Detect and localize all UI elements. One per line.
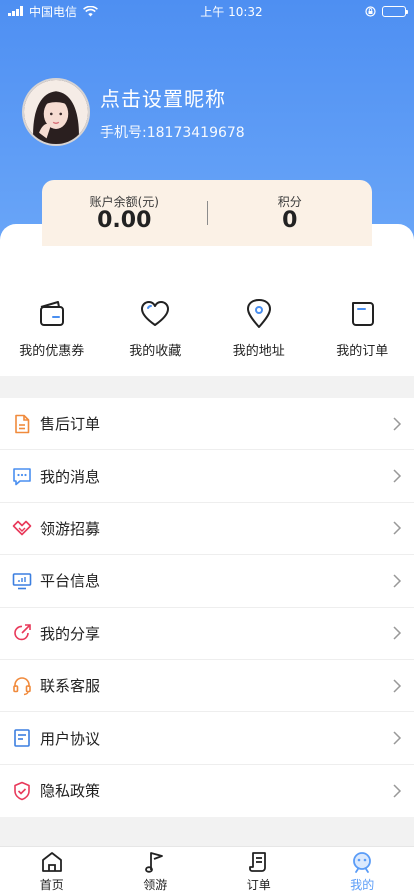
- rotation-lock-icon: [365, 5, 376, 17]
- chevron-right-icon: [393, 731, 402, 745]
- menu-item-label: 平台信息: [40, 572, 101, 591]
- document-icon: [15, 414, 30, 433]
- points-value: 0: [282, 208, 298, 233]
- menu-item-label: 隐私政策: [40, 782, 101, 801]
- tab-label: 我的: [350, 878, 375, 892]
- menu-item-label: 用户协议: [40, 729, 101, 748]
- tab-orders[interactable]: 订单: [207, 847, 311, 896]
- menu-item-privacy-policy[interactable]: 隐私政策: [0, 765, 414, 817]
- handshake-icon: [12, 521, 32, 536]
- chevron-right-icon: [393, 784, 402, 798]
- message-icon: [13, 468, 31, 486]
- flag-icon: [145, 852, 164, 873]
- menu-item-after-sales-orders[interactable]: 售后订单: [0, 398, 414, 451]
- menu-item-my-share[interactable]: 我的分享: [0, 608, 414, 660]
- menu-item-platform-info[interactable]: 平台信息: [0, 555, 414, 608]
- tab-label: 首页: [39, 878, 64, 892]
- monitor-icon: [12, 573, 32, 590]
- headset-icon: [13, 676, 31, 695]
- chevron-right-icon: [393, 417, 402, 431]
- menu-item-label: 我的分享: [40, 624, 101, 643]
- carrier-name: 中国电信: [29, 4, 78, 19]
- chevron-right-icon: [393, 679, 402, 693]
- account-balance[interactable]: 账户余额(元) 0.00: [42, 193, 207, 233]
- menu-item-label: 联系客服: [40, 677, 101, 696]
- menu-item-user-agreement[interactable]: 用户协议: [0, 712, 414, 765]
- points[interactable]: 积分 0: [208, 193, 373, 233]
- profile-face-icon: [353, 852, 372, 873]
- signal-icon: [8, 6, 23, 16]
- location-pin-icon: [246, 299, 271, 328]
- chevron-right-icon: [393, 469, 402, 483]
- quick-action-orders[interactable]: 我的订单: [311, 298, 414, 359]
- account-balance-value: 0.00: [97, 208, 152, 233]
- menu-item-recruitment[interactable]: 领游招募: [0, 503, 414, 556]
- wifi-icon: [83, 5, 98, 16]
- chevron-right-icon: [393, 626, 402, 640]
- nickname[interactable]: 点击设置昵称: [100, 83, 245, 112]
- quick-action-label: 我的收藏: [129, 344, 182, 359]
- quick-action-address[interactable]: 我的地址: [207, 298, 311, 359]
- share-icon: [14, 624, 31, 641]
- status-time: 上午 10:32: [200, 4, 263, 19]
- heart-icon: [141, 301, 170, 326]
- quick-action-favorites[interactable]: 我的收藏: [104, 298, 208, 359]
- quick-action-label: 我的订单: [336, 344, 389, 359]
- tab-mine[interactable]: 我的: [311, 847, 414, 896]
- quick-action-label: 我的地址: [232, 344, 285, 359]
- menu-list: 售后订单 我的消息 领游招募 平台信息 我的分享 联系客服 用户协议 隐私政策: [0, 398, 414, 818]
- menu-item-label: 领游招募: [40, 519, 101, 538]
- chevron-right-icon: [393, 574, 402, 588]
- menu-item-label: 我的消息: [40, 467, 101, 486]
- menu-item-customer-service[interactable]: 联系客服: [0, 660, 414, 713]
- quick-actions: 我的优惠券 我的收藏 我的地址 我的订单: [0, 298, 414, 359]
- tab-label: 订单: [246, 878, 271, 892]
- bottom-tab-bar: 首页 领游 订单 我的: [0, 846, 414, 896]
- tab-lingyou[interactable]: 领游: [104, 847, 208, 896]
- order-icon: [352, 302, 375, 326]
- menu-item-my-messages[interactable]: 我的消息: [0, 450, 414, 503]
- tab-home[interactable]: 首页: [0, 847, 104, 896]
- chevron-right-icon: [393, 521, 402, 535]
- menu-item-label: 售后订单: [40, 415, 101, 434]
- order-list-icon: [248, 852, 266, 872]
- avatar[interactable]: [22, 78, 90, 146]
- wallet-icon: [39, 301, 64, 326]
- phone-number: 手机号:18173419678: [100, 124, 245, 141]
- balance-card: 账户余额(元) 0.00 积分 0: [42, 180, 372, 246]
- quick-action-label: 我的优惠券: [19, 344, 85, 359]
- quick-action-coupons[interactable]: 我的优惠券: [0, 298, 104, 359]
- tab-label: 领游: [143, 878, 168, 892]
- shield-icon: [14, 781, 30, 801]
- agreement-icon: [14, 729, 30, 747]
- battery-icon: [381, 5, 408, 17]
- home-icon: [41, 852, 62, 872]
- profile-header[interactable]: 点击设置昵称 手机号:18173419678: [22, 78, 245, 146]
- status-bar: 中国电信 上午 10:32: [0, 0, 414, 22]
